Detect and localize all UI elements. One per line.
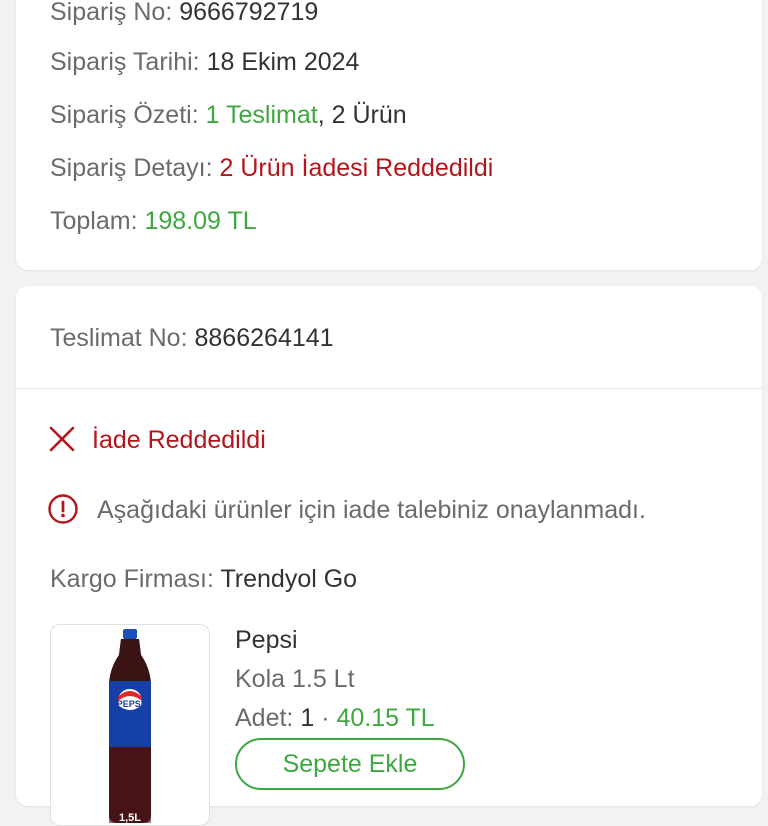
order-detail-row: Sipariş Detayı: 2 Ürün İadesi Reddedildi [50, 154, 493, 183]
pepsi-bottle-icon: PEPSI 1,5L [109, 629, 151, 824]
delivery-divider [16, 388, 762, 389]
delivery-number-label: Teslimat No: [50, 324, 188, 352]
order-number-value: 9666792719 [179, 0, 319, 26]
product-image[interactable]: PEPSI 1,5L [50, 624, 210, 826]
order-summary-row: Sipariş Özeti: 1 Teslimat, 2 Ürün [50, 101, 407, 130]
product-qty-label: Adet: [235, 704, 294, 732]
product-qty-price-row: Adet: 1 · 40.15 TL [235, 704, 435, 733]
bottle-size-text: 1,5L [119, 812, 141, 824]
bottle-logo-text: PEPSI [117, 699, 144, 709]
order-detail-label: Sipariş Detayı: [50, 154, 213, 182]
order-summary-card: Sipariş No: 9666792719 Sipariş Tarihi: 1… [16, 0, 762, 270]
order-detail-value: 2 Ürün İadesi Reddedildi [219, 154, 494, 182]
product-name: Kola 1.5 Lt [235, 665, 355, 693]
delivery-number-value: 8866264141 [194, 324, 334, 352]
carrier-row: Kargo Firması: Trendyol Go [50, 565, 357, 594]
order-date-row: Sipariş Tarihi: 18 Ekim 2024 [50, 48, 359, 77]
order-number-row: Sipariş No: 9666792719 [50, 0, 318, 27]
product-separator: · [321, 704, 330, 732]
order-summary-items: , 2 Ürün [317, 101, 407, 129]
carrier-value: Trendyol Go [220, 565, 358, 593]
order-number-label: Sipariş No: [50, 0, 173, 26]
close-x-icon [48, 424, 76, 454]
order-summary-label: Sipariş Özeti: [50, 101, 199, 129]
order-total-row: Toplam: 198.09 TL [50, 207, 257, 236]
delivery-number-row: Teslimat No: 8866264141 [50, 324, 334, 353]
product-brand[interactable]: Pepsi [235, 626, 298, 655]
order-total-label: Toplam: [50, 207, 138, 235]
info-circle-icon [47, 493, 79, 525]
delivery-card: Teslimat No: 8866264141 İade Reddedildi … [16, 286, 762, 826]
product-qty-value: 1 [300, 704, 315, 732]
order-summary-deliveries[interactable]: 1 Teslimat [206, 101, 318, 129]
product-price: 40.15 TL [336, 704, 435, 732]
order-total-value: 198.09 TL [144, 207, 257, 235]
add-to-cart-button[interactable]: Sepete Ekle [235, 738, 465, 790]
carrier-label: Kargo Firması: [50, 565, 214, 593]
return-info-text: Aşağıdaki ürünler için iade talebiniz on… [97, 496, 646, 524]
return-status-text: İade Reddedildi [92, 426, 266, 454]
order-date-value: 18 Ekim 2024 [206, 48, 360, 76]
order-date-label: Sipariş Tarihi: [50, 48, 200, 76]
